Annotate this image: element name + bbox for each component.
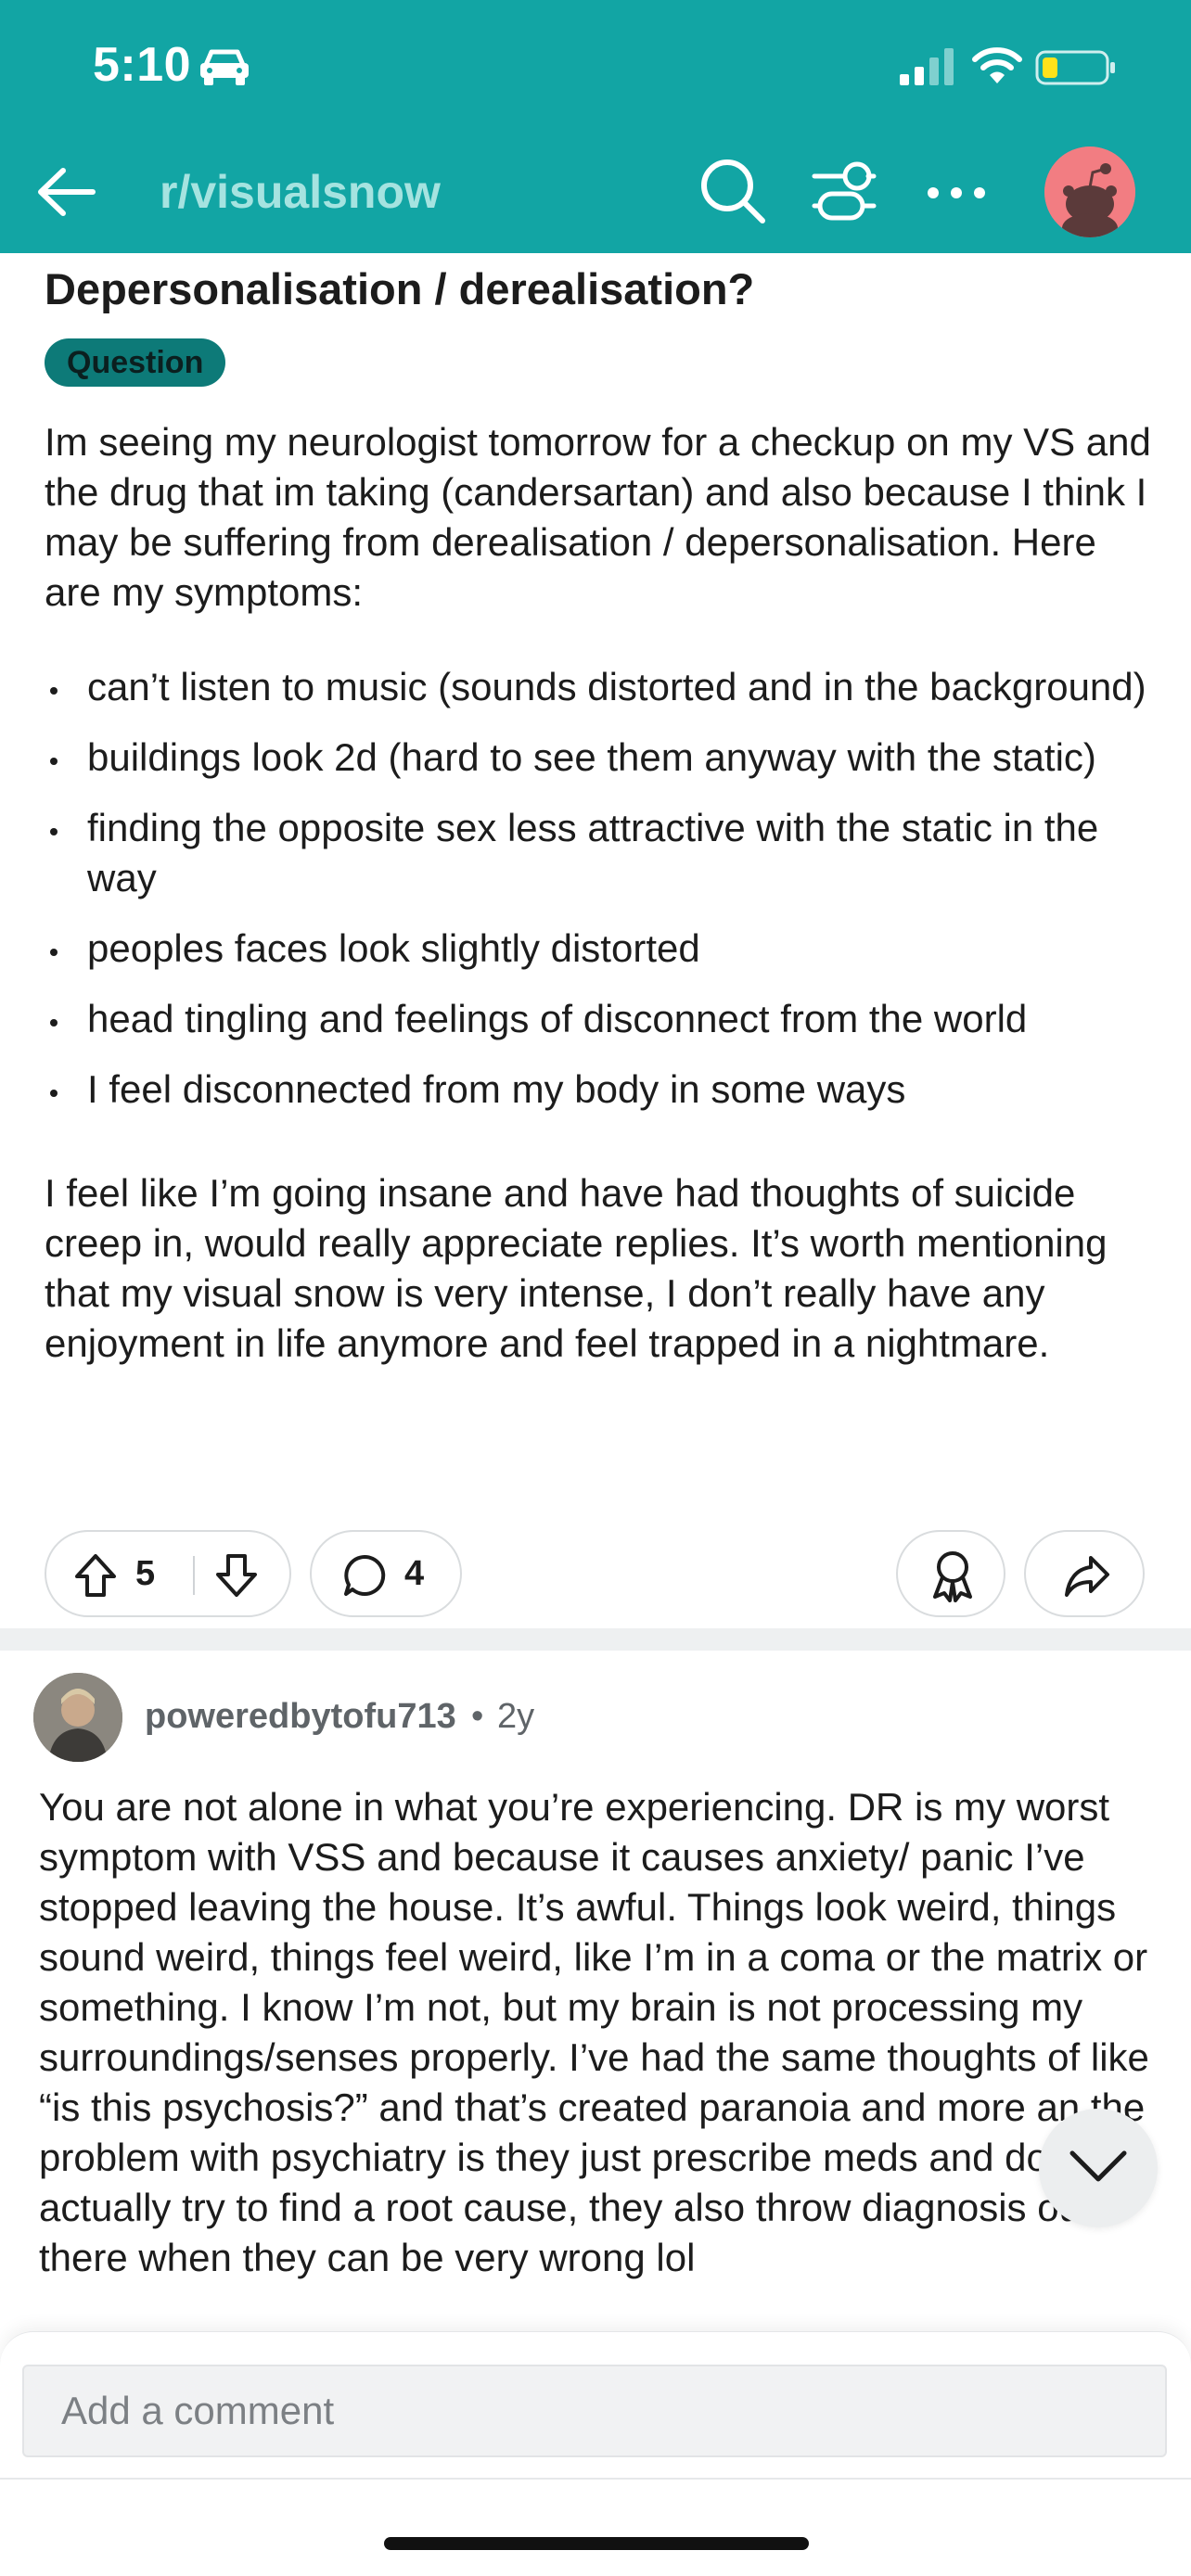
scroll-down-button[interactable] [1039,2109,1158,2227]
flair-badge[interactable]: Question [45,338,226,387]
list-item: peoples faces look slightly distorted [45,924,1158,974]
home-indicator[interactable] [384,2537,809,2550]
list-item: can’t listen to music (sounds distorted … [45,662,1158,712]
more-icon[interactable] [924,176,989,210]
list-item: buildings look 2d (hard to see them anyw… [45,733,1158,783]
wifi-icon [972,47,1022,83]
top-header: 5:10 r/visualsnow [0,0,1191,253]
comment-bubble-icon [344,1554,386,1596]
share-icon [1065,1556,1109,1597]
section-divider [0,1628,1191,1651]
commenter-photo-icon [33,1673,122,1762]
user-avatar-icon [1044,147,1135,237]
symptom-list: can’t listen to music (sounds distorted … [45,662,1158,1115]
comment-age: 2y [497,1697,535,1736]
chevron-down-icon [1069,2150,1127,2182]
filter-icon[interactable] [811,159,877,223]
comment-count: 4 [404,1554,425,1593]
post-intro: Im seeing my neurologist tomorrow for a … [45,420,1151,614]
award-icon [933,1551,972,1602]
search-icon[interactable] [698,156,768,226]
commenter-avatar[interactable] [33,1673,122,1762]
comments-button[interactable]: 4 [310,1530,462,1617]
post-title: Depersonalisation / derealisation? [45,264,755,313]
vote-control: 5 [45,1530,291,1617]
list-item: I feel disconnected from my body in some… [45,1065,1158,1115]
share-button[interactable] [1024,1530,1145,1617]
battery-icon [1035,50,1115,85]
comment-author[interactable]: poweredbytofu713 [145,1697,456,1737]
add-comment-input[interactable] [22,2365,1167,2457]
award-button[interactable] [896,1530,1005,1617]
post-closing: I feel like I’m going insane and have ha… [45,1171,1108,1365]
upvote-icon[interactable] [72,1552,119,1599]
signal-icon [900,48,954,85]
status-time: 5:10 [93,38,192,92]
back-arrow-icon[interactable] [33,159,98,224]
subreddit-name[interactable]: r/visualsnow [160,165,441,219]
downvote-icon[interactable] [213,1552,260,1599]
post-body: Im seeing my neurologist tomorrow for a … [45,417,1158,1369]
list-item: head tingling and feelings of disconnect… [45,994,1158,1044]
vote-count: 5 [135,1554,156,1593]
list-item: finding the opposite sex less attractive… [45,803,1158,903]
composer-divider [0,2478,1191,2480]
meta-separator: • [471,1697,484,1736]
vote-divider [193,1556,195,1595]
comment-body: You are not alone in what you’re experie… [39,1785,1149,2279]
avatar[interactable] [1044,147,1135,237]
car-icon [200,49,249,85]
